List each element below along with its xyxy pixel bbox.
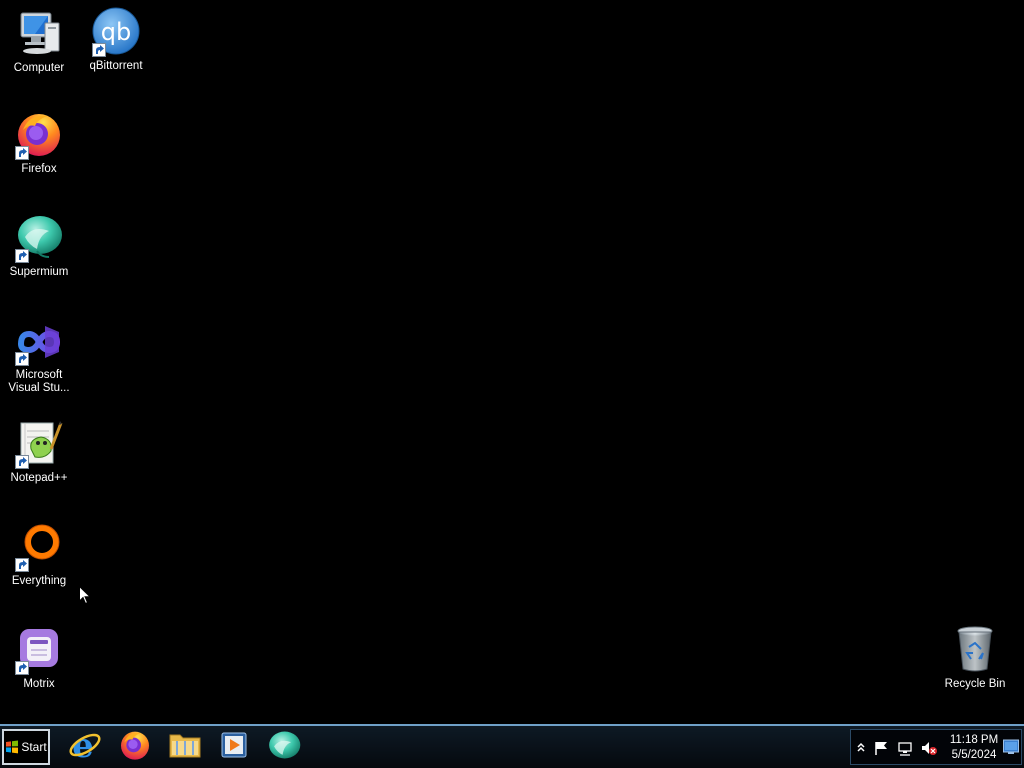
desktop: Computer qb qBittorrent Firefox Supermiu… xyxy=(0,0,1024,724)
volume-muted-icon[interactable] xyxy=(921,740,937,756)
taskbar-app-supermium[interactable] xyxy=(264,729,304,765)
desktop-icon-label: Microsoft Visual Stu... xyxy=(8,369,70,394)
supermium-icon xyxy=(267,729,301,766)
firefox-icon xyxy=(119,729,151,766)
internet-explorer-icon: e xyxy=(68,726,102,767)
start-label: Start xyxy=(21,740,47,754)
desktop-icon-label: Computer xyxy=(13,62,65,74)
supermium-icon xyxy=(15,213,63,263)
file-explorer-icon xyxy=(168,730,202,765)
desktop-icon-firefox[interactable]: Firefox xyxy=(1,110,77,176)
desktop-icon-everything[interactable]: Everything xyxy=(1,522,77,588)
desktop-icon-visual-studio[interactable]: Microsoft Visual Stu... xyxy=(1,316,77,395)
taskbar-app-internet-explorer[interactable]: e xyxy=(65,726,105,767)
everything-icon xyxy=(15,522,63,572)
shortcut-arrow-icon xyxy=(15,146,29,160)
taskbar-app-media-player[interactable] xyxy=(214,729,254,765)
shortcut-arrow-icon xyxy=(15,558,29,572)
shortcut-arrow-icon xyxy=(15,455,29,469)
taskbar-app-firefox[interactable] xyxy=(115,729,155,765)
desktop-icon-label: Firefox xyxy=(21,163,57,175)
shortcut-arrow-icon xyxy=(92,43,106,57)
desktop-icon-qbittorrent[interactable]: qb qBittorrent xyxy=(78,7,154,73)
shortcut-arrow-icon xyxy=(15,661,29,675)
network-icon[interactable] xyxy=(897,740,913,756)
desktop-icon-notepadpp[interactable]: Notepad++ xyxy=(1,419,77,485)
desktop-icon-computer[interactable]: Computer xyxy=(1,9,77,75)
desktop-icon-label: Notepad++ xyxy=(10,472,68,484)
desktop-icon-label: Everything xyxy=(11,575,67,587)
recycle-bin-icon xyxy=(951,625,999,673)
desktop-icon-label: qBittorrent xyxy=(89,60,143,72)
visual-studio-icon xyxy=(15,316,63,366)
action-center-flag-icon[interactable] xyxy=(873,740,889,756)
desktop-icon-label: Motrix xyxy=(23,678,55,690)
clock-time: 11:18 PM xyxy=(949,734,999,746)
shortcut-arrow-icon xyxy=(15,352,29,366)
system-tray: 11:18 PM 5/5/2024 xyxy=(850,729,1022,765)
desktop-icon-recycle-bin[interactable]: Recycle Bin xyxy=(937,625,1013,691)
show-desktop-icon[interactable] xyxy=(1003,738,1019,756)
shortcut-arrow-icon xyxy=(15,249,29,263)
desktop-icon-supermium[interactable]: Supermium xyxy=(1,213,77,279)
notepadpp-icon xyxy=(15,419,63,469)
start-button[interactable]: Start xyxy=(2,729,50,765)
qb-glyph: qb xyxy=(101,18,131,46)
taskbar: Start e 11:18 PM 5/5/2024 xyxy=(0,724,1024,768)
clock-date: 5/5/2024 xyxy=(951,749,997,761)
motrix-icon xyxy=(15,625,63,675)
qbittorrent-icon: qb xyxy=(92,7,140,57)
desktop-icon-motrix[interactable]: Motrix xyxy=(1,625,77,691)
clock[interactable]: 11:18 PM 5/5/2024 xyxy=(943,733,1005,763)
computer-icon xyxy=(15,9,63,57)
media-player-icon xyxy=(219,730,249,765)
windows-logo-icon xyxy=(5,740,19,754)
desktop-icon-label: Recycle Bin xyxy=(944,678,1006,690)
taskbar-app-file-explorer[interactable] xyxy=(165,729,205,765)
desktop-icon-label: Supermium xyxy=(9,266,69,278)
mouse-cursor-icon xyxy=(79,585,92,605)
show-hidden-icons-chevron-icon[interactable] xyxy=(853,740,869,756)
firefox-icon xyxy=(15,110,63,160)
